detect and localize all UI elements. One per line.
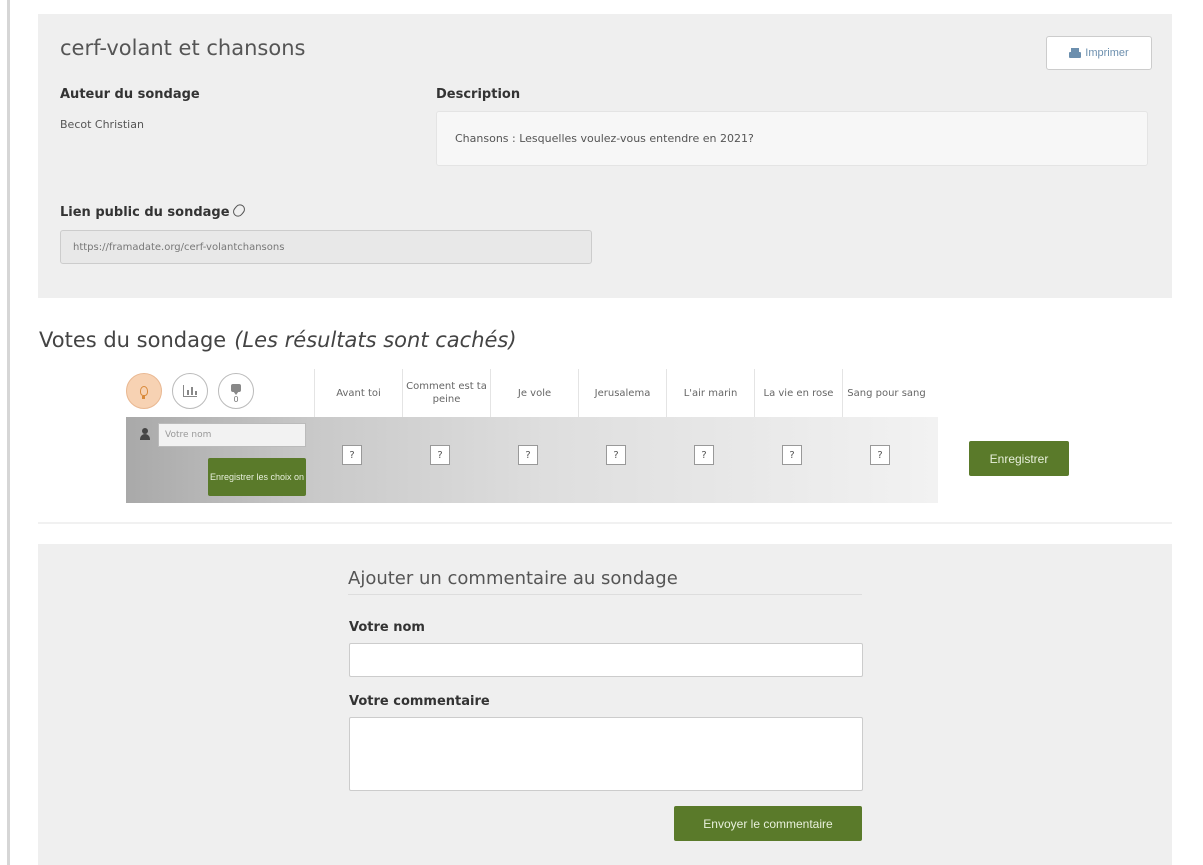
view-toggle-bar: 0: [126, 369, 314, 417]
public-link-label: Lien public du sondage: [60, 202, 247, 220]
vote-choice-cell[interactable]: ?: [606, 445, 626, 465]
bar-chart-icon: [183, 385, 197, 397]
send-comment-button[interactable]: Envoyer le commentaire: [674, 806, 862, 841]
printer-icon: [1069, 47, 1082, 59]
comment-count: 0: [233, 395, 239, 404]
comment-name-input[interactable]: [349, 643, 863, 677]
vote-choice-cell[interactable]: ?: [782, 445, 802, 465]
votes-heading: Votes du sondage (Les résultats sont cach…: [39, 328, 517, 352]
comment-name-label: Votre nom: [349, 620, 425, 635]
summary-toggle-button[interactable]: [126, 373, 162, 409]
results-hidden-note: (Les résultats sont cachés): [234, 328, 517, 352]
vote-choice-cell[interactable]: ?: [518, 445, 538, 465]
votes-table: 0 Avant toi Comment est ta peine Je vole…: [126, 369, 938, 503]
comment-textarea[interactable]: [349, 717, 863, 791]
chart-toggle-button[interactable]: [172, 373, 208, 409]
choice-header: Jerusalema: [578, 369, 666, 417]
vote-choice-cell[interactable]: ?: [430, 445, 450, 465]
choices-header-row: Avant toi Comment est ta peine Je vole J…: [314, 369, 938, 417]
public-link-url: https://framadate.org/cerf-volantchanson…: [73, 241, 285, 253]
public-link-label-text: Lien public du sondage: [60, 205, 230, 220]
save-choices-button[interactable]: Enregistrer les choix on: [208, 458, 306, 496]
choice-header: L'air marin: [666, 369, 754, 417]
description-text: Chansons : Lesquelles voulez-vous entend…: [455, 132, 754, 145]
votes-heading-text: Votes du sondage: [39, 328, 227, 352]
comment-heading-divider: [348, 594, 862, 595]
voter-name-input[interactable]: [158, 423, 306, 447]
vote-choice-cell[interactable]: ?: [342, 445, 362, 465]
choice-header: Avant toi: [314, 369, 402, 417]
comment-bubble-icon: [231, 384, 241, 395]
link-icon: [230, 202, 247, 219]
author-name: Becot Christian: [60, 118, 144, 131]
vote-choice-cell[interactable]: ?: [870, 445, 890, 465]
author-label: Auteur du sondage: [60, 87, 200, 102]
comments-toggle-button[interactable]: 0: [218, 373, 254, 409]
save-vote-button[interactable]: Enregistrer: [969, 441, 1069, 476]
choice-header: Comment est ta peine: [402, 369, 490, 417]
choice-header: Sang pour sang: [842, 369, 930, 417]
section-divider: [38, 522, 1172, 524]
choice-header: Je vole: [490, 369, 578, 417]
comment-text-label: Votre commentaire: [349, 694, 490, 709]
print-button-label: Imprimer: [1085, 47, 1129, 59]
public-link-field[interactable]: https://framadate.org/cerf-volantchanson…: [60, 230, 592, 264]
description-box: Chansons : Lesquelles voulez-vous entend…: [436, 111, 1148, 166]
choice-header: La vie en rose: [754, 369, 842, 417]
vote-choice-cell[interactable]: ?: [694, 445, 714, 465]
comment-panel: Ajouter un commentaire au sondage Votre …: [38, 544, 1172, 865]
print-button[interactable]: Imprimer: [1046, 36, 1152, 70]
comment-heading: Ajouter un commentaire au sondage: [348, 568, 678, 589]
left-border: [7, 0, 10, 865]
user-icon: [140, 428, 150, 440]
vote-input-row: Enregistrer les choix on ? ? ? ? ? ? ?: [126, 417, 938, 503]
description-label: Description: [436, 87, 521, 102]
poll-info-panel: cerf-volant et chansons Imprimer Auteur …: [38, 14, 1172, 298]
lightbulb-icon: [140, 386, 148, 399]
poll-title: cerf-volant et chansons: [60, 36, 306, 60]
